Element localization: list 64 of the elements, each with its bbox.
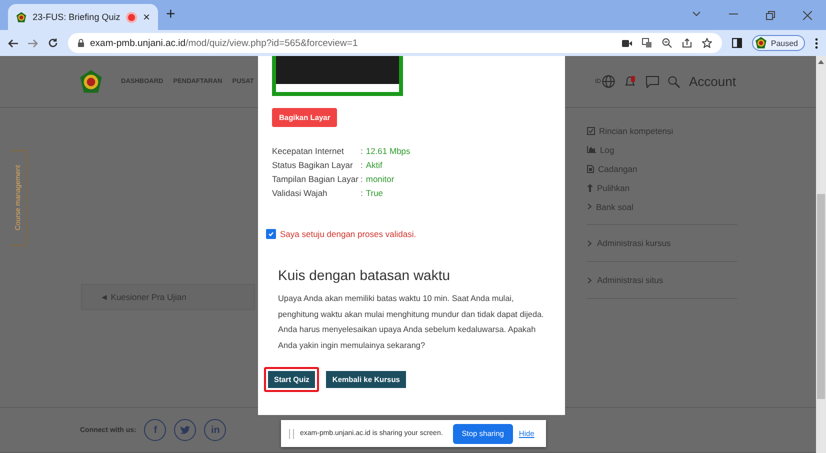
- chevron-icon: [587, 276, 592, 284]
- side-panel-icon[interactable]: [732, 38, 742, 48]
- back-icon[interactable]: [8, 38, 18, 48]
- status-label: Kecepatan Internet: [272, 146, 345, 156]
- chevron-icon: [587, 240, 592, 246]
- camera-icon[interactable]: [622, 40, 632, 46]
- checkbox-icon: [587, 126, 595, 134]
- chevron-down-icon[interactable]: [692, 10, 701, 16]
- sidebar-section[interactable]: Administrasi situs: [587, 261, 737, 298]
- separator-text: :: [360, 174, 363, 184]
- star-icon[interactable]: [702, 38, 712, 48]
- sidebar-item[interactable]: Bank soal: [587, 197, 737, 216]
- chart-icon: [587, 146, 596, 153]
- forward-icon[interactable]: [28, 38, 38, 48]
- scroll-up-icon[interactable]: [818, 60, 824, 64]
- file-icon: [587, 164, 594, 172]
- logo-icon: [16, 12, 27, 22]
- dialog-heading: Kuis dengan batasan waktu: [278, 267, 452, 283]
- status-value: Aktif: [366, 160, 382, 170]
- close-tab-button[interactable]: ×: [142, 10, 150, 24]
- separator-text: :: [360, 146, 363, 156]
- status-value: monitor: [366, 174, 394, 184]
- sidebar-item[interactable]: Rincian kompetensi: [587, 121, 737, 140]
- chat-icon[interactable]: [646, 76, 660, 88]
- sidebar-item[interactable]: Log: [587, 140, 737, 159]
- status-value: True: [366, 188, 384, 198]
- consent-checkbox[interactable]: [266, 229, 276, 239]
- search-icon[interactable]: [668, 76, 680, 88]
- address-bar[interactable]: exam-pmb.unjani.ac.id/mod/quiz/view.php?id=565&forceview=1: [68, 33, 722, 53]
- social-link[interactable]: f: [144, 419, 166, 441]
- upload-icon: [587, 184, 593, 192]
- browser-tab[interactable]: 23-FUS: Briefing Quiz ×: [8, 4, 158, 30]
- profile-button[interactable]: Paused: [752, 35, 805, 51]
- lock-icon: [78, 39, 84, 47]
- close-icon[interactable]: [803, 10, 812, 20]
- status-label: Tampilan Bagian Layar: [272, 174, 358, 184]
- sidebar-item[interactable]: Pulihkan: [587, 178, 737, 197]
- new-tab-button[interactable]: +: [166, 6, 176, 24]
- status-label: Status Bagikan Layar: [272, 160, 354, 170]
- share-icon[interactable]: [682, 38, 692, 48]
- social-link[interactable]: in: [204, 419, 226, 441]
- chevron-icon: [587, 203, 592, 210]
- globe-icon[interactable]: [602, 75, 616, 88]
- sidebar-item[interactable]: Cadangan: [587, 159, 737, 178]
- translate-icon[interactable]: [642, 38, 652, 48]
- checkmark-icon: [268, 231, 274, 237]
- drag-handle-icon[interactable]: [289, 428, 294, 438]
- reload-icon[interactable]: [48, 38, 58, 48]
- consent-label: Saya setuju dengan proses validasi.: [280, 229, 416, 239]
- zoom-icon[interactable]: [662, 38, 672, 48]
- minimize-icon[interactable]: [729, 10, 738, 16]
- status-value: 12.61 Mbps: [366, 146, 410, 156]
- account-link[interactable]: Account: [689, 74, 736, 89]
- separator-text: :: [360, 160, 363, 170]
- status-label: Validasi Wajah: [272, 188, 328, 198]
- scrollbar-thumb[interactable]: [817, 194, 825, 399]
- sidebar-section[interactable]: Administrasi kursus: [587, 224, 737, 261]
- separator-text: :: [360, 188, 363, 198]
- bell-icon[interactable]: [624, 75, 638, 88]
- logo-icon: [754, 37, 767, 49]
- logo-icon: [79, 70, 103, 94]
- restore-icon[interactable]: [766, 10, 775, 20]
- menu-icon[interactable]: [815, 38, 818, 48]
- dialog-text: Upaya Anda akan memiliki batas waktu 10 min. Saat Anda mulai, penghitung waktu akan mulai menghitung mundur dan tidak dapat dijeda. Anda harus menyelesaikan upaya Anda sebelum kedaluwarsa. Apakah Anda yakin ingin memulainya sekarang?: [278, 293, 545, 352]
